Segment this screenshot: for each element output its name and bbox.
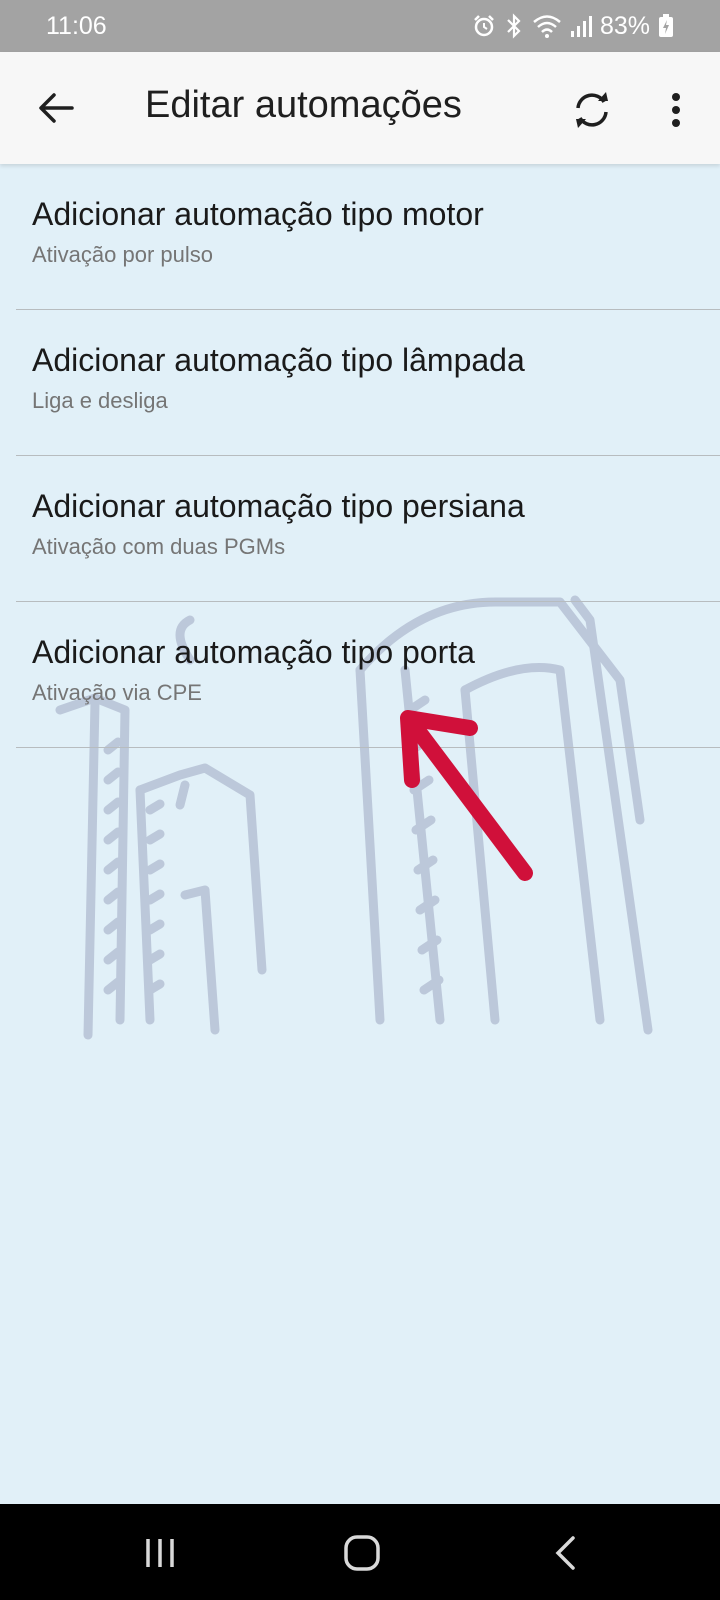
more-vert-icon <box>672 93 680 127</box>
app-bar: Editar automações <box>0 52 720 164</box>
wifi-icon <box>533 15 561 38</box>
item-title: Adicionar automação tipo porta <box>32 634 475 670</box>
item-subtitle: Ativação por pulso <box>32 242 213 267</box>
divider <box>16 747 720 748</box>
more-options-button[interactable] <box>652 84 700 136</box>
item-title: Adicionar automação tipo lâmpada <box>32 342 525 378</box>
signal-icon <box>570 16 592 37</box>
list-item-porta[interactable]: Adicionar automação tipo porta Ativação … <box>0 602 720 748</box>
refresh-button[interactable] <box>566 84 618 136</box>
home-icon <box>344 1535 380 1571</box>
item-subtitle: Ativação via CPE <box>32 680 202 705</box>
recent-apps-icon <box>146 1539 174 1567</box>
bluetooth-icon <box>507 13 521 39</box>
item-subtitle: Liga e desliga <box>32 388 168 413</box>
page-title: Editar automações <box>145 84 462 126</box>
back-nav-button[interactable] <box>535 1528 595 1578</box>
recent-apps-button[interactable] <box>130 1528 190 1578</box>
alarm-icon <box>474 15 494 37</box>
refresh-icon <box>576 92 608 128</box>
list-item-persiana[interactable]: Adicionar automação tipo persiana Ativaç… <box>0 456 720 602</box>
home-button[interactable] <box>332 1528 392 1578</box>
status-bar: 11:06 83% <box>0 0 720 52</box>
item-title: Adicionar automação tipo motor <box>32 196 484 232</box>
item-title: Adicionar automação tipo persiana <box>32 488 525 524</box>
list-item-motor[interactable]: Adicionar automação tipo motor Ativação … <box>0 164 720 310</box>
battery-percent: 83% <box>599 11 650 40</box>
battery-charging-icon <box>659 14 673 37</box>
status-icons: 83% <box>472 12 674 41</box>
back-icon <box>555 1536 575 1570</box>
back-arrow-icon <box>39 93 74 123</box>
status-time: 11:06 <box>46 11 107 40</box>
back-button[interactable] <box>30 82 82 134</box>
item-subtitle: Ativação com duas PGMs <box>32 534 286 559</box>
navigation-bar <box>0 1504 720 1600</box>
list-item-lampada[interactable]: Adicionar automação tipo lâmpada Liga e … <box>0 310 720 456</box>
automation-options-list: Adicionar automação tipo motor Ativação … <box>0 164 720 748</box>
